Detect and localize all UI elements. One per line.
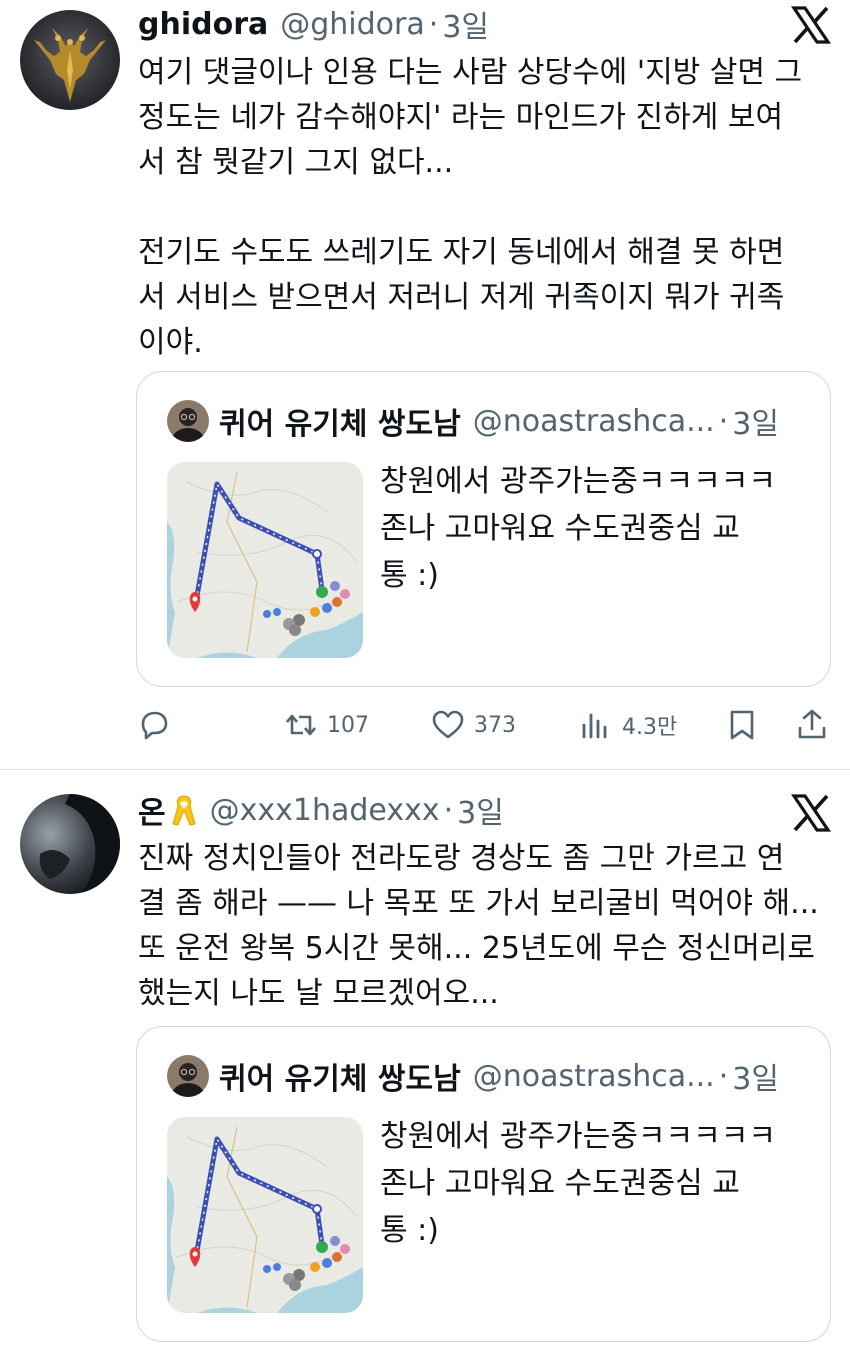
retweet-count: 107 <box>327 712 369 738</box>
tweet-header: 온 @xxx1hadexxx · 3일 <box>138 788 504 832</box>
tweet-text: 여기 댓글이나 인용 다는 사람 상당수에 '지방 살면 그 정도는 네가 감수… <box>138 55 803 360</box>
route-map-image[interactable] <box>167 462 363 658</box>
tweet-actions: 107 373 4.3만 <box>0 700 850 750</box>
views-icon <box>582 713 607 739</box>
bookmark-button[interactable] <box>724 700 760 750</box>
quote-separator-dot: · <box>718 403 729 439</box>
quote-timestamp: 3일 <box>732 1062 779 1097</box>
display-name[interactable]: ghidora <box>138 7 268 42</box>
tweet-header: ghidora @ghidora · 3일 <box>138 2 489 46</box>
quote-tweet[interactable]: 퀴어 유기체 쌍도남 @noastrashca... · 3일 창원에서 광주가… <box>136 1026 831 1342</box>
quote-avatar <box>167 1055 209 1097</box>
reply-button[interactable] <box>136 700 172 750</box>
reply-icon <box>141 711 168 740</box>
quote-text: 창원에서 광주가는중ㅋㅋㅋㅋㅋ 존나 고마워요 수도권중심 교 통 :) <box>380 1119 776 1248</box>
dragon-avatar[interactable] <box>20 10 120 110</box>
x-logo-icon[interactable] <box>790 792 832 834</box>
quote-avatar <box>167 400 209 442</box>
like-button[interactable]: 373 <box>430 700 516 750</box>
dark-figure-avatar[interactable] <box>20 794 120 894</box>
quote-header: 퀴어 유기체 쌍도남 @noastrashca... · 3일 <box>167 398 779 444</box>
separator-dot: · <box>428 6 439 42</box>
tweet[interactable]: 온 @xxx1hadexxx · 3일 진짜 정치인들아 전라도랑 경상도 좀 … <box>0 770 850 1356</box>
share-icon <box>798 709 826 739</box>
separator-dot: · <box>443 792 454 828</box>
timestamp[interactable]: 3일 <box>457 788 504 832</box>
like-count: 373 <box>474 712 516 738</box>
quote-header: 퀴어 유기체 쌍도남 @noastrashca... · 3일 <box>167 1053 779 1099</box>
route-map-image[interactable] <box>167 1117 363 1313</box>
bookmark-icon <box>730 710 754 740</box>
heart-icon <box>432 710 464 739</box>
x-logo-icon[interactable] <box>790 4 832 46</box>
quote-handle: @noastrashca... <box>472 403 715 439</box>
quote-tweet[interactable]: 퀴어 유기체 쌍도남 @noastrashca... · 3일 창원에서 광주가… <box>136 371 831 687</box>
user-handle[interactable]: @ghidora <box>280 7 425 42</box>
views-count: 4.3만 <box>622 715 678 740</box>
quote-separator-dot: · <box>718 1058 729 1094</box>
retweet-icon <box>286 714 316 736</box>
quote-display-name: 퀴어 유기체 쌍도남 <box>219 407 461 442</box>
quote-text: 창원에서 광주가는중ㅋㅋㅋㅋㅋ 존나 고마워요 수도권중심 교 통 :) <box>380 464 776 593</box>
tweet[interactable]: ghidora @ghidora · 3일 여기 댓글이나 인용 다는 사람 상… <box>0 0 850 770</box>
quote-timestamp: 3일 <box>732 407 779 442</box>
retweet-button[interactable]: 107 <box>283 700 369 750</box>
timestamp[interactable]: 3일 <box>442 2 489 46</box>
views-button[interactable]: 4.3만 <box>578 700 677 750</box>
quote-handle: @noastrashca... <box>472 1058 715 1094</box>
share-button[interactable] <box>794 700 830 750</box>
tweet-text: 진짜 정치인들아 전라도랑 경상도 좀 그만 가르고 연 결 좀 해라 —— 나… <box>138 841 819 1011</box>
yellow-ribbon-icon <box>170 792 198 828</box>
quote-display-name: 퀴어 유기체 쌍도남 <box>219 1062 461 1097</box>
display-name[interactable]: 온 <box>138 788 166 832</box>
user-handle[interactable]: @xxx1hadexxx <box>210 793 440 828</box>
